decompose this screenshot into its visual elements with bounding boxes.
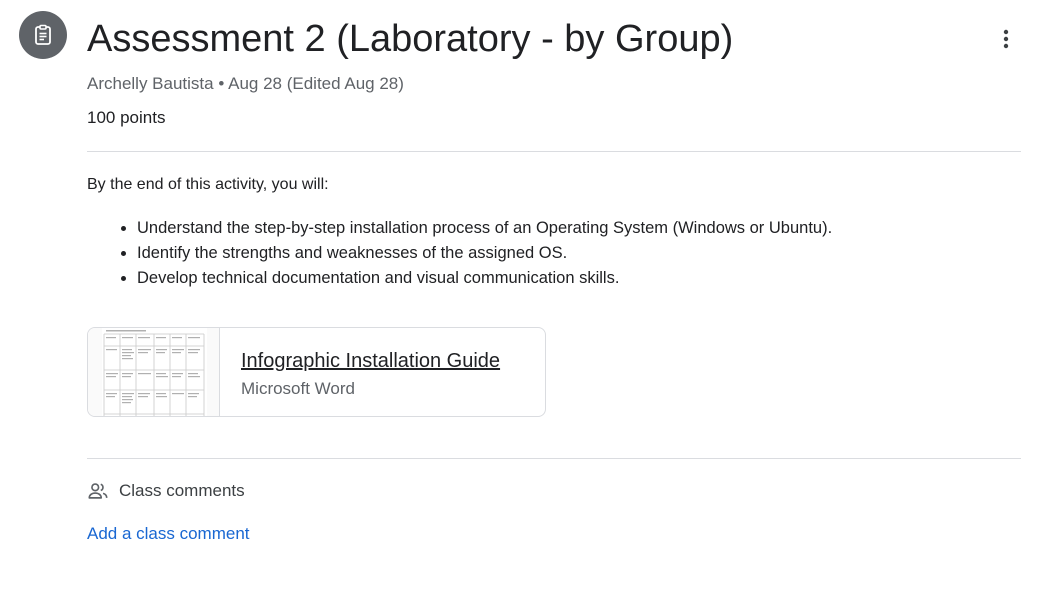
more-vert-icon	[1003, 29, 1009, 49]
objective-item: Develop technical documentation and visu…	[137, 266, 832, 291]
divider	[87, 458, 1021, 459]
class-comments-header: Class comments	[87, 480, 245, 502]
objective-item: Understand the step-by-step installation…	[137, 216, 832, 241]
class-comments-heading: Class comments	[119, 481, 245, 500]
objective-item: Identify the strengths and weaknesses of…	[137, 241, 832, 266]
assignment-icon	[19, 11, 67, 59]
divider	[87, 151, 1021, 152]
attachment-card[interactable]: Infographic Installation Guide Microsoft…	[87, 327, 546, 417]
add-class-comment-link[interactable]: Add a class comment	[87, 523, 250, 545]
author-name: Archelly Bautista	[87, 74, 214, 93]
attachment-type: Microsoft Word	[241, 379, 355, 398]
assignment-title: Assessment 2 (Laboratory - by Group)	[87, 18, 734, 60]
objectives-list: Understand the step-by-step installation…	[87, 216, 832, 291]
people-icon	[87, 480, 109, 502]
attachment-title[interactable]: Infographic Installation Guide	[241, 348, 521, 374]
description-intro: By the end of this activity, you will:	[87, 176, 329, 193]
more-options-button[interactable]	[986, 19, 1026, 59]
assignment-meta: Archelly Bautista • Aug 28 (Edited Aug 2…	[87, 73, 404, 95]
document-thumbnail	[88, 328, 220, 416]
post-date: Aug 28 (Edited Aug 28)	[228, 74, 404, 93]
meta-separator: •	[218, 74, 225, 93]
points-label: 100 points	[87, 108, 166, 127]
